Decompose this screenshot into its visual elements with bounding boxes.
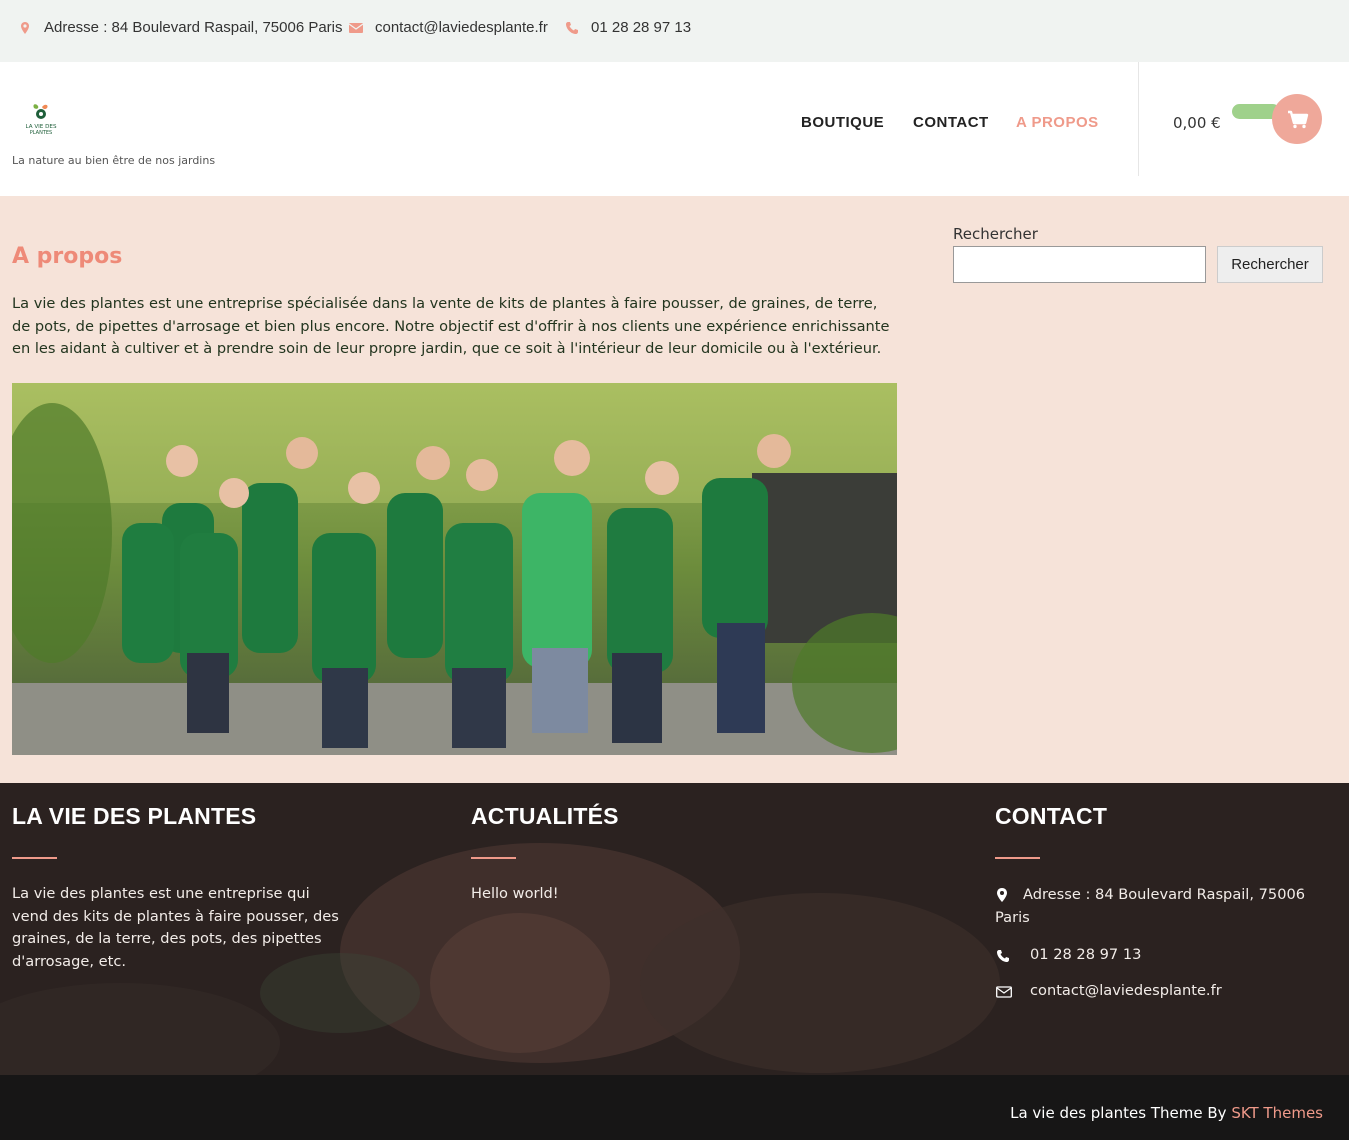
site-tagline: La nature au bien être de nos jardins	[12, 154, 216, 167]
footer-contact-email[interactable]: contact@laviedesplante.fr	[1030, 980, 1222, 1003]
search-label: Rechercher	[953, 225, 1038, 243]
footer-contact-phone[interactable]: 01 28 28 97 13	[1030, 944, 1141, 967]
footer-about-text: La vie des plantes est une entreprise qu…	[12, 885, 339, 970]
phone-icon	[997, 950, 1009, 962]
nav-a-propos[interactable]: A PROPOS	[1016, 114, 1099, 131]
credit-text: La vie des plantes Theme By	[1010, 1104, 1232, 1122]
site-header	[0, 62, 1349, 196]
footer-contact-address: Adresse : 84 Boulevard Raspail, 75006 Pa…	[995, 886, 1306, 926]
nav-contact[interactable]: CONTACT	[913, 114, 989, 131]
footer-heading-contact: CONTACT	[995, 803, 1108, 829]
page-title: A propos	[12, 244, 123, 269]
footer-heading-underline	[12, 857, 57, 859]
cart-total[interactable]: 0,00 €	[1173, 114, 1221, 132]
search-button[interactable]: Rechercher	[1217, 246, 1323, 283]
nav-boutique[interactable]: BOUTIQUE	[801, 114, 884, 131]
topbar-phone-text: 01 28 28 97 13	[591, 19, 692, 36]
team-photo	[12, 383, 897, 755]
credit-link[interactable]: SKT Themes	[1231, 1104, 1323, 1122]
topbar-email[interactable]: contact@laviedesplante.fr	[349, 19, 548, 36]
header-divider	[1138, 62, 1139, 176]
footer-heading-news: ACTUALITÉS	[471, 803, 619, 829]
topbar-phone[interactable]: 01 28 28 97 13	[565, 19, 691, 36]
envelope-icon	[349, 22, 363, 33]
top-info-bar: Adresse : 84 Boulevard Raspail, 75006 Pa…	[0, 0, 1349, 62]
phone-icon	[566, 21, 578, 34]
topbar-address-text: Adresse : 84 Boulevard Raspail, 75006 Pa…	[44, 19, 343, 36]
cart-icon	[1288, 110, 1309, 129]
team-photo-illustration	[12, 383, 897, 755]
topbar-email-text: contact@laviedesplante.fr	[375, 19, 548, 36]
page-intro-text: La vie des plantes est une entreprise sp…	[12, 295, 890, 357]
search-input[interactable]	[953, 246, 1206, 283]
footer-heading-about: LA VIE DES PLANTES	[12, 803, 257, 829]
site-logo[interactable]: LA VIE DES PLANTES	[24, 102, 58, 138]
svg-text:PLANTES: PLANTES	[30, 130, 52, 136]
envelope-icon	[996, 986, 1012, 998]
cart-button[interactable]	[1272, 94, 1322, 144]
topbar-address: Adresse : 84 Boulevard Raspail, 75006 Pa…	[18, 19, 343, 36]
footer-heading-underline	[995, 857, 1040, 859]
footer-news-post-link[interactable]: Hello world!	[471, 883, 559, 906]
theme-credit: La vie des plantes Theme By SKT Themes	[1010, 1104, 1323, 1122]
map-pin-icon	[21, 21, 29, 34]
footer-heading-underline	[471, 857, 516, 859]
